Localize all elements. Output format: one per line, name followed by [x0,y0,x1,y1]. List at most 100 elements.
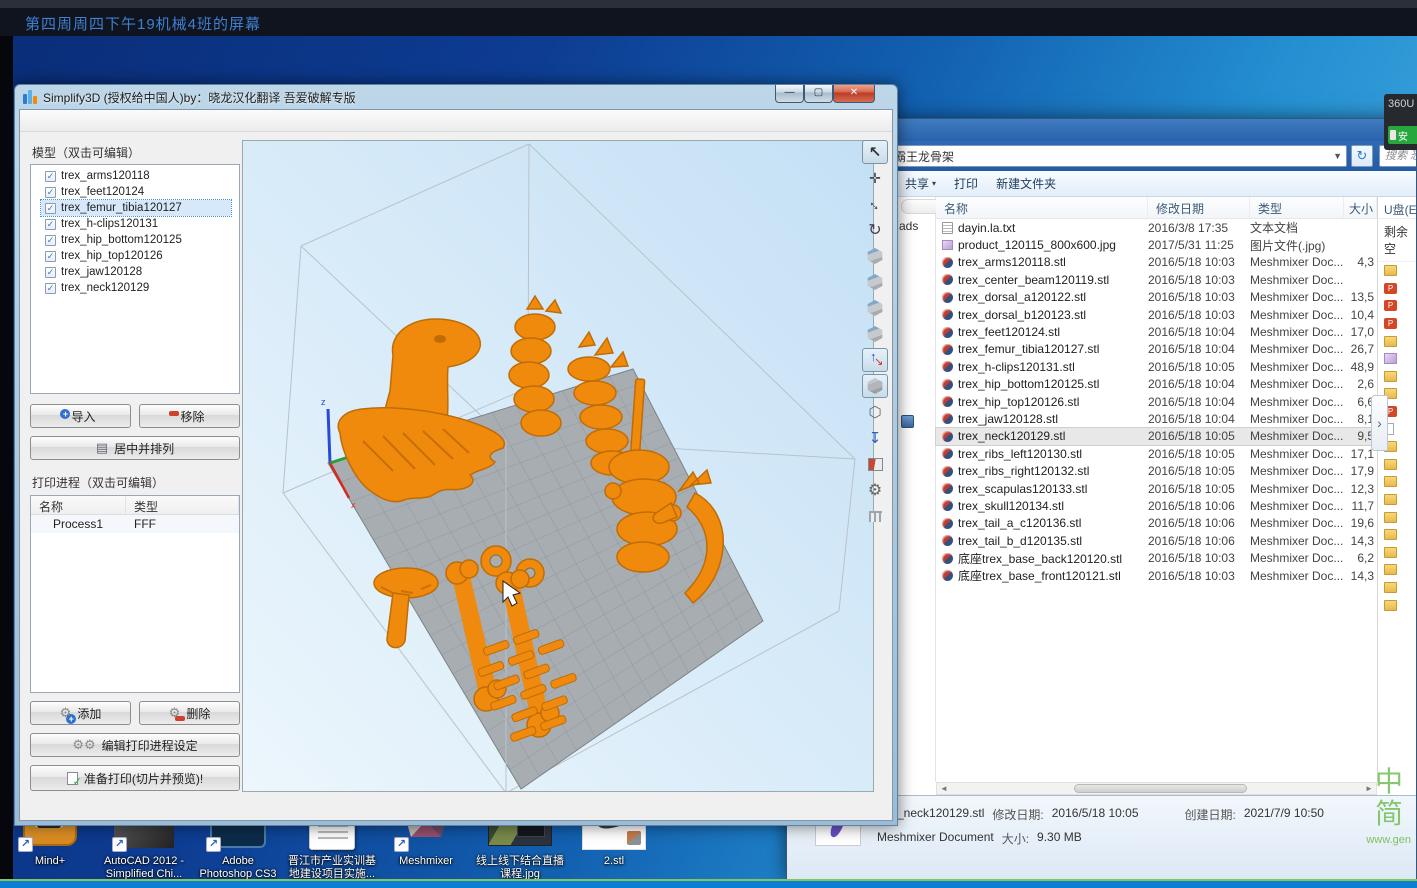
refresh-button[interactable]: ↻ [1351,145,1373,167]
column-header-name[interactable]: 名称 [936,197,1148,218]
scroll-right-icon[interactable]: ► [1362,784,1376,793]
model-list-item[interactable]: trex_hip_top120126 [31,248,239,264]
tool-button[interactable] [862,426,888,450]
file-row[interactable]: dayin.la.txt 2016/3/8 17:35 文本文档 [936,219,1377,236]
model-list-item[interactable]: trex_h-clips120131 [31,216,239,232]
file-row[interactable]: trex_feet120124.stl 2016/5/18 10:04 Mesh… [936,323,1377,340]
menu-item[interactable] [46,119,64,123]
file-row[interactable]: trex_hip_bottom120125.stl 2016/5/18 10:0… [936,376,1377,393]
usb-eject-button[interactable]: 安 [1388,126,1417,144]
second-pane-item[interactable] [1378,456,1417,474]
model-list-item[interactable]: trex_neck120129 [31,280,239,296]
tool-button[interactable] [862,504,888,528]
tool-button[interactable] [862,218,888,242]
second-pane-item[interactable] [1378,508,1417,526]
file-row[interactable]: trex_ribs_left120130.stl 2016/5/18 10:05… [936,445,1377,462]
share-menu[interactable]: 共享▾ [905,175,936,192]
menu-item[interactable] [64,119,82,123]
model-checkbox[interactable] [45,171,56,182]
second-pane-item[interactable] [1378,262,1417,280]
tool-button[interactable] [862,478,888,502]
second-pane-item[interactable] [1378,368,1417,386]
model-checkbox[interactable] [45,267,56,278]
model-list-item[interactable]: trex_arms120118 [31,168,239,184]
scroll-left-icon[interactable]: ◄ [937,784,951,793]
usb-helper-popup[interactable]: 360U 安 [1384,94,1417,150]
tool-button[interactable] [862,452,888,476]
tool-button[interactable] [862,400,888,424]
close-button[interactable]: ✕ [833,85,875,103]
scrollbar-track[interactable] [951,783,1362,794]
tool-button[interactable] [862,348,888,372]
second-pane-item[interactable] [1378,473,1417,491]
model-checkbox[interactable] [45,187,56,198]
file-row[interactable]: trex_femur_tibia120127.stl 2016/5/18 10:… [936,341,1377,358]
model-checkbox[interactable] [45,203,56,214]
tool-button[interactable] [862,296,888,320]
edit-process-button[interactable]: ⚙⚙ 编辑打印进程设定 [30,733,240,757]
second-pane-item[interactable] [1378,544,1417,562]
viewport-3d[interactable]: z x [242,140,874,792]
menu-item[interactable] [28,119,46,123]
file-row[interactable]: trex_jaw120128.stl 2016/5/18 10:04 Meshm… [936,410,1377,427]
process-row[interactable]: Process1 FFF [31,515,239,533]
model-list-item[interactable]: trex_feet120124 [31,184,239,200]
process-col-type[interactable]: 类型 [126,496,239,514]
process-col-name[interactable]: 名称 [31,496,126,514]
menu-item[interactable] [154,119,172,123]
tool-button[interactable] [862,270,888,294]
second-pane-item[interactable] [1378,350,1417,368]
file-row[interactable]: trex_ribs_right120132.stl 2016/5/18 10:0… [936,462,1377,479]
tool-button[interactable] [862,192,888,216]
file-row[interactable]: trex_neck120129.stl 2016/5/18 10:05 Mesh… [936,428,1377,445]
menu-item[interactable] [82,119,100,123]
column-header-type[interactable]: 类型 [1250,197,1344,218]
delete-process-button[interactable]: ⚙ 删除 [139,701,240,725]
file-row[interactable]: trex_h-clips120131.stl 2016/5/18 10:05 M… [936,358,1377,375]
expand-pane-button[interactable]: › [1371,395,1388,451]
file-row[interactable]: product_120115_800x600.jpg 2017/5/31 11:… [936,236,1377,253]
menu-item[interactable] [172,119,190,123]
minimize-button[interactable]: — [775,85,804,103]
file-row[interactable]: trex_hip_top120126.stl 2016/5/18 10:04 M… [936,393,1377,410]
menu-item[interactable] [118,119,136,123]
ime-indicator[interactable]: 中 简 [1375,766,1403,830]
print-menu[interactable]: 打印 [954,175,978,192]
model-checkbox[interactable] [45,283,56,294]
file-row[interactable]: trex_skull120134.stl 2016/5/18 10:06 Mes… [936,497,1377,514]
file-row[interactable]: trex_tail_b_d120135.stl 2016/5/18 10:06 … [936,532,1377,549]
model-list-item[interactable]: trex_jaw120128 [31,264,239,280]
second-pane-item[interactable] [1378,315,1417,333]
tool-button[interactable] [862,322,888,346]
model-checkbox[interactable] [45,235,56,246]
file-row[interactable]: trex_dorsal_b120123.stl 2016/5/18 10:03 … [936,306,1377,323]
model-checkbox[interactable] [45,219,56,230]
second-pane-header[interactable]: U盘(E [1378,197,1417,219]
column-header-date[interactable]: 修改日期 [1148,197,1250,218]
maximize-button[interactable]: ▢ [804,85,833,103]
model-list-item[interactable]: trex_femur_tibia120127 [41,200,231,216]
tool-button[interactable] [862,244,888,268]
second-pane-item[interactable] [1378,561,1417,579]
nav-pane-item-downloads[interactable]: ads [899,219,918,233]
tool-button[interactable] [862,140,888,164]
horizontal-scrollbar[interactable]: ◄ ► [936,782,1377,795]
model-list-item[interactable]: trex_hip_bottom120125 [31,232,239,248]
import-button[interactable]: + 导入 [30,404,131,428]
second-pane-item[interactable] [1378,596,1417,614]
tool-button[interactable] [862,374,888,398]
second-pane-item[interactable] [1378,280,1417,298]
column-header-size[interactable]: 大小 [1344,197,1377,218]
file-row[interactable]: 底座trex_base_front120121.stl 2016/5/18 10… [936,567,1377,584]
new-folder-button[interactable]: 新建文件夹 [996,175,1056,192]
nav-pane-icon[interactable] [901,415,914,428]
menu-item[interactable] [100,119,118,123]
file-row[interactable]: trex_dorsal_a120122.stl 2016/5/18 10:03 … [936,289,1377,306]
file-row[interactable]: trex_center_beam120119.stl 2016/5/18 10:… [936,271,1377,288]
file-row[interactable]: trex_scapulas120133.stl 2016/5/18 10:05 … [936,480,1377,497]
second-pane-item[interactable] [1378,526,1417,544]
tool-button[interactable] [862,166,888,190]
scrollbar-thumb[interactable] [1074,784,1247,793]
prepare-print-button[interactable]: 准备打印(切片并预览)! [30,765,240,791]
center-arrange-button[interactable]: ▤ 居中并排列 [30,436,240,460]
